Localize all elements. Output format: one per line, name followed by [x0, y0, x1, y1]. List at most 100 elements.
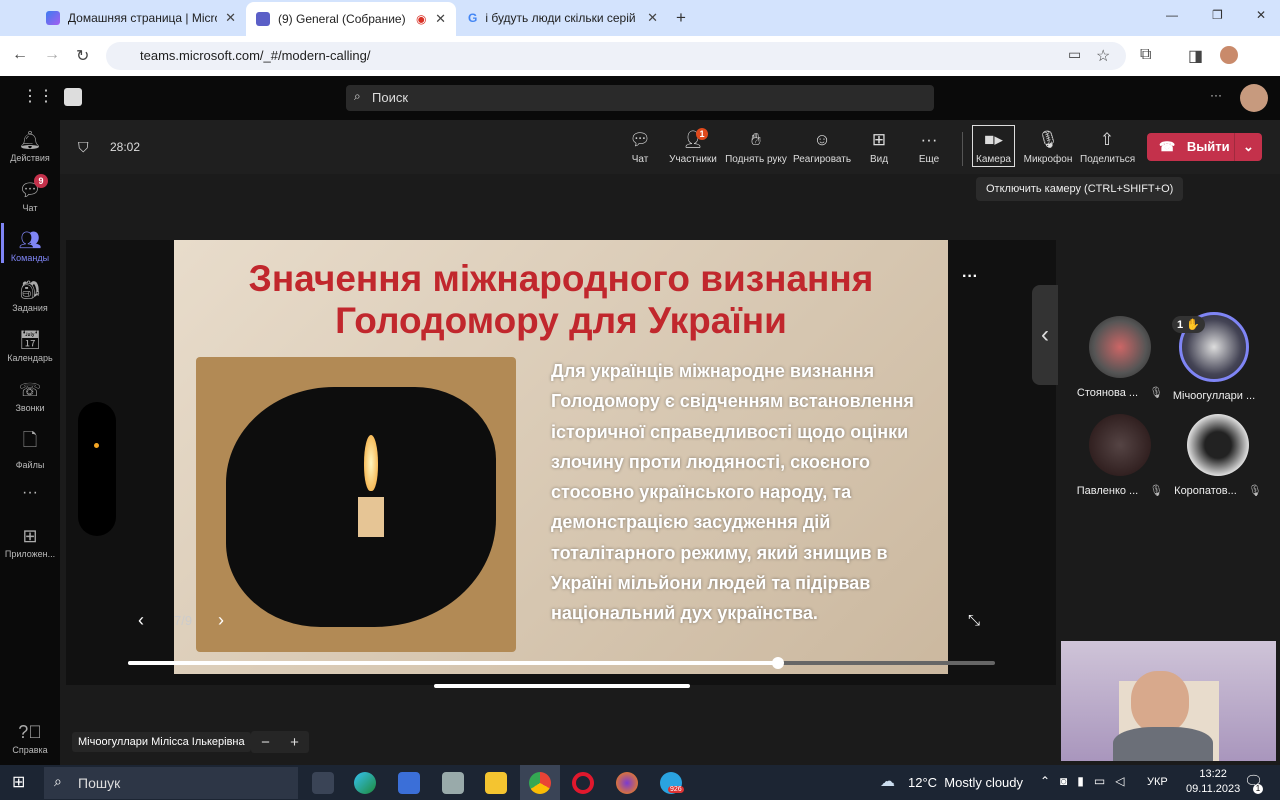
phone-icon: ☏	[18, 380, 42, 400]
camera-button[interactable]: ■▸ Камера	[972, 125, 1015, 167]
microphone-button[interactable]: 🎙︎ Микрофон	[1022, 130, 1074, 165]
collapse-gallery-button[interactable]: ‹	[1032, 285, 1058, 385]
exit-fullscreen-icon[interactable]: ⤡	[968, 612, 980, 629]
browser-tab-bar: Домашняя страница | Microsoft✕ (9) Gener…	[0, 0, 1280, 36]
task-view-icon[interactable]	[312, 772, 334, 794]
taskbar-search[interactable]: Пошук	[44, 767, 298, 799]
search-icon: ⌕	[354, 89, 361, 103]
tab-google[interactable]: Gі будуть люди скільки серій - Google✕	[458, 4, 668, 32]
chrome-icon[interactable]	[529, 772, 551, 794]
participant-gallery: Стоянова ... 🎙︎ Мічоогуллари ... 1 ✋ Павл…	[1060, 300, 1280, 510]
slide-page-counter: 7/9	[174, 613, 193, 628]
hand-icon: ✋︎	[751, 130, 761, 149]
rail-item-activity[interactable]: 🔔︎ Действия	[0, 130, 60, 163]
rail-item-assignments[interactable]: 🎒︎ Задания	[0, 280, 60, 313]
rail-item-calls[interactable]: ☏ Звонки	[0, 380, 60, 413]
react-button[interactable]: ☺ Реагировать	[793, 130, 851, 165]
previous-slide-button[interactable]: ‹	[138, 610, 144, 631]
slide-image-bread-candle	[196, 357, 516, 652]
slide-title-line1: Значення міжнародного визнання	[248, 258, 874, 299]
participant-tile[interactable]: Коропатов... 🎙︎	[1168, 414, 1268, 497]
slide-progress-bar[interactable]	[128, 661, 995, 665]
slide-body-text: Для українців міжнародне визнання Голодо…	[551, 361, 914, 624]
raise-hand-button[interactable]: ✋︎ Поднять руку	[724, 130, 788, 165]
rail-item-calendar[interactable]: 📅︎ Календарь	[0, 330, 60, 363]
more-button[interactable]: ··· Еще	[916, 130, 942, 165]
close-window-button[interactable]: ✕	[1256, 8, 1266, 22]
notification-count: 1	[1253, 784, 1263, 794]
tab-teams[interactable]: (9) General (Собрание) | Microsoft Teams…	[246, 2, 456, 36]
app-icon[interactable]	[442, 772, 464, 794]
zoom-controls: − +	[251, 731, 309, 753]
back-button[interactable]: ←	[12, 46, 28, 64]
next-slide-button[interactable]: ›	[218, 610, 224, 631]
participant-tile[interactable]: Стоянова ... 🎙︎	[1070, 316, 1170, 399]
url-input[interactable]: teams.microsoft.com/_#/modern-calling/	[106, 42, 1126, 70]
participants-button[interactable]: 👤︎ Участники 1	[667, 128, 719, 165]
leave-options-chevron-icon[interactable]: ⌄	[1234, 133, 1262, 161]
edge-icon[interactable]	[354, 772, 376, 794]
rail-item-teams[interactable]: 👥︎ Команды	[0, 230, 60, 263]
camera-permission-icon[interactable]: ▭	[1068, 46, 1081, 63]
clock[interactable]: 13:22 09.11.2023	[1186, 767, 1240, 797]
rail-item-chat[interactable]: 💬︎ Чат 9	[0, 174, 60, 213]
forward-button[interactable]: →	[44, 46, 60, 64]
view-button[interactable]: ⊞ Вид	[866, 130, 892, 165]
copilot-icon	[46, 11, 60, 25]
zoom-out-button[interactable]: −	[261, 734, 270, 751]
side-panel-icon[interactable]: ◨	[1188, 46, 1203, 66]
participant-tile[interactable]: Павленко ... 🎙︎	[1070, 414, 1170, 497]
stage-scrollbar[interactable]	[434, 684, 690, 688]
share-button[interactable]: ⇧ Поделиться	[1080, 130, 1135, 165]
close-tab-icon[interactable]: ✕	[435, 11, 446, 27]
side-panel-handle[interactable]	[78, 402, 116, 536]
rail-more-button[interactable]: ···	[0, 484, 60, 502]
mic-off-icon: 🎙︎	[1149, 485, 1164, 497]
telegram-badge: 926	[668, 786, 684, 793]
self-video	[1061, 641, 1276, 761]
tray-icons[interactable]: ⌃◙▮▭◁	[1040, 774, 1134, 788]
slide-more-options-icon[interactable]: ···	[962, 268, 978, 286]
rail-item-apps[interactable]: ⊞ Приложен...	[0, 526, 60, 559]
user-avatar[interactable]	[1240, 84, 1268, 112]
weather-cloud-icon: ☁	[880, 773, 895, 790]
opera-icon[interactable]	[572, 772, 594, 794]
windows-start-icon[interactable]: ⊞	[12, 772, 25, 792]
zoom-in-button[interactable]: +	[290, 734, 299, 751]
avatar	[1187, 414, 1249, 476]
close-tab-icon[interactable]: ✕	[647, 10, 658, 26]
mic-off-icon: 🎙︎	[1149, 387, 1164, 399]
extensions-icon[interactable]: ⧉	[1140, 46, 1151, 64]
rail-item-files[interactable]: 🗋 Файлы	[0, 428, 60, 470]
weather-text[interactable]: 12°C Mostly cloudy	[908, 775, 1023, 790]
maximize-button[interactable]: ❐	[1212, 8, 1223, 22]
file-explorer-icon[interactable]	[485, 772, 507, 794]
slide-title: Значення міжнародного визнання Голодомору…	[174, 258, 948, 342]
leave-button[interactable]: ☎ Выйти ⌄	[1147, 133, 1262, 161]
firefox-icon[interactable]	[616, 772, 638, 794]
teams-icon	[256, 12, 270, 26]
more-options-icon[interactable]: ···	[1210, 88, 1222, 102]
language-indicator[interactable]: УКР	[1147, 776, 1168, 788]
profile-avatar[interactable]	[1220, 46, 1238, 64]
bookmark-star-icon[interactable]: ☆	[1096, 46, 1110, 66]
close-tab-icon[interactable]: ✕	[225, 10, 236, 26]
store-icon[interactable]	[398, 772, 420, 794]
search-input[interactable]: Поиск	[346, 85, 934, 111]
minimize-button[interactable]: —	[1166, 8, 1178, 22]
time: 13:22	[1199, 768, 1227, 780]
participant-tile[interactable]: Мічоогуллари ... 1 ✋	[1164, 312, 1264, 402]
status-dot	[94, 443, 99, 448]
app-launcher-icon[interactable]: ⋮⋮	[22, 86, 54, 106]
rail-item-help[interactable]: ?⃝ Справка	[0, 722, 60, 755]
hand-icon: ✋	[1186, 319, 1200, 331]
reload-button[interactable]: ↻	[76, 46, 89, 66]
share-icon: ⇧	[1099, 130, 1115, 149]
tab-microsoft-home[interactable]: Домашняя страница | Microsoft✕	[36, 4, 246, 32]
new-tab-button[interactable]: +	[676, 8, 686, 28]
layout-icon: ⊞	[871, 130, 887, 149]
chat-button[interactable]: 💬︎ Чат	[626, 130, 654, 165]
smiley-icon: ☺	[813, 130, 831, 149]
avatar	[1089, 316, 1151, 378]
app-rail: 🔔︎ Действия 💬︎ Чат 9 👥︎ Команды 🎒︎ Задания 📅︎…	[0, 120, 60, 765]
